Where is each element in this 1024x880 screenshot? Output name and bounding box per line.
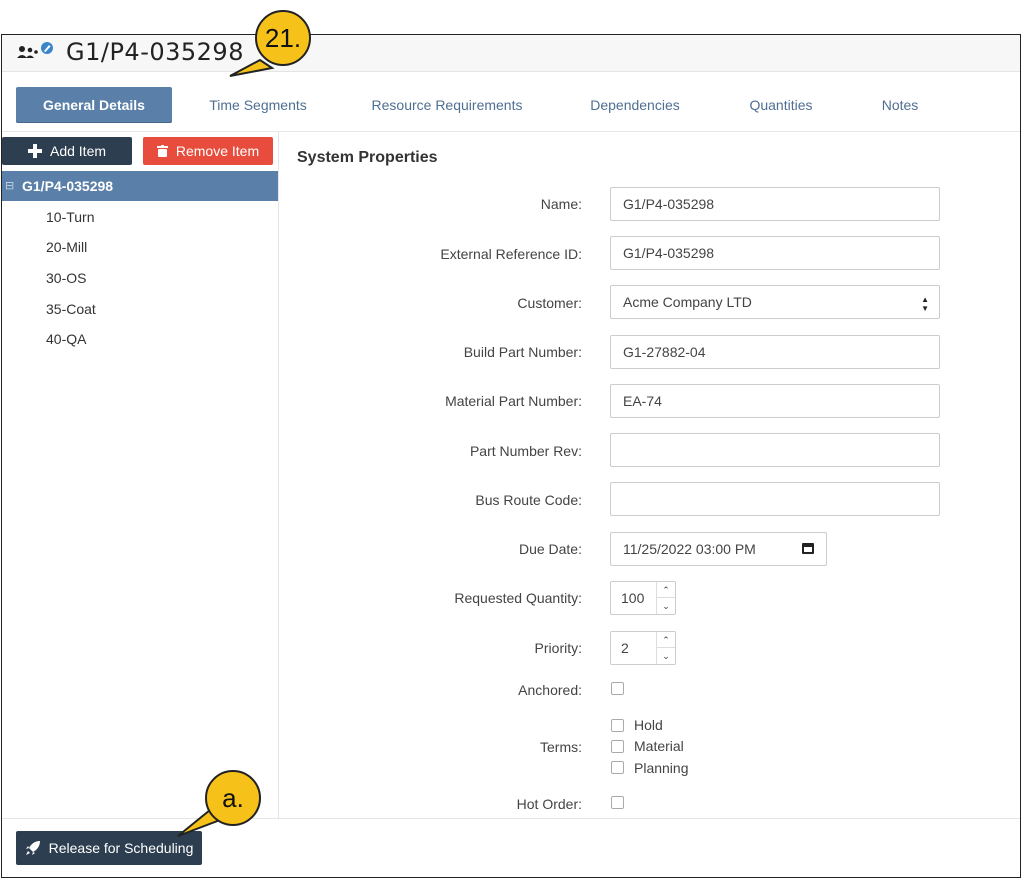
build-part-label: Build Part Number: — [463, 344, 582, 360]
bus-route-label: Bus Route Code: — [475, 492, 582, 508]
tree-root-item[interactable]: ⊟ G1/P4-035298 — [2, 171, 278, 201]
priority-value: 2 — [621, 640, 629, 656]
name-field[interactable]: G1/P4-035298 — [610, 187, 940, 221]
hot-order-checkbox[interactable] — [611, 796, 624, 809]
priority-field[interactable]: 2 ⌃ ⌄ — [610, 631, 676, 665]
terms-planning-label: Planning — [634, 760, 689, 776]
terms-material-label: Material — [634, 738, 684, 754]
decrement-icon[interactable]: ⌄ — [657, 648, 675, 664]
callout-step-21: 21. — [255, 10, 311, 66]
material-part-field[interactable]: EA-74 — [610, 384, 940, 418]
tree-item-20-mill[interactable]: 20-Mill — [46, 239, 87, 259]
tree-item-35-coat[interactable]: 35-Coat — [46, 301, 96, 321]
requested-quantity-field[interactable]: 100 ⌃ ⌄ — [610, 581, 676, 615]
bus-route-field[interactable] — [610, 482, 940, 516]
remove-item-button[interactable]: Remove Item — [143, 137, 273, 165]
tab-general-details[interactable]: General Details — [16, 87, 172, 123]
build-part-field[interactable]: G1-27882-04 — [610, 335, 940, 369]
customer-select[interactable]: Acme Company LTD ▲ ▼ — [610, 285, 940, 319]
tab-resource-requirements[interactable]: Resource Requirements — [362, 87, 532, 123]
production-order-icon — [17, 42, 53, 58]
terms-hold-label: Hold — [634, 717, 663, 733]
terms-planning-checkbox[interactable] — [611, 761, 624, 774]
dialog-window: G1/P4-035298 General Details Time Segmen… — [1, 34, 1021, 878]
window-title: G1/P4-035298 — [66, 38, 244, 66]
anchored-checkbox[interactable] — [611, 682, 624, 695]
terms-material-checkbox[interactable] — [611, 740, 624, 753]
item-tree-pane: Add Item Remove Item ⊟ G1/P4-035298 10-T… — [2, 131, 279, 877]
tab-notes[interactable]: Notes — [868, 87, 932, 123]
section-title: System Properties — [297, 149, 438, 166]
title-bar: G1/P4-035298 — [2, 35, 1020, 72]
increment-icon[interactable]: ⌃ — [657, 582, 675, 598]
footer-bar: Release for Scheduling — [2, 818, 1020, 877]
material-part-label: Material Part Number: — [445, 393, 582, 409]
requested-quantity-label: Requested Quantity: — [454, 590, 582, 606]
due-date-label: Due Date: — [518, 541, 582, 557]
calendar-icon[interactable] — [802, 543, 814, 554]
terms-label: Terms: — [540, 739, 582, 755]
tab-time-segments[interactable]: Time Segments — [198, 87, 318, 123]
customer-label: Customer: — [517, 295, 582, 311]
select-arrows-icon: ▲ ▼ — [921, 295, 929, 313]
tree-item-10-turn[interactable]: 10-Turn — [46, 209, 95, 229]
terms-hold-checkbox[interactable] — [611, 719, 624, 732]
external-ref-label: External Reference ID: — [440, 246, 582, 262]
customer-value: Acme Company LTD — [623, 294, 752, 310]
anchored-label: Anchored: — [518, 682, 582, 698]
trash-icon — [156, 145, 168, 157]
part-rev-field[interactable] — [610, 433, 940, 467]
plus-icon — [27, 144, 42, 158]
part-rev-label: Part Number Rev: — [469, 443, 582, 459]
hot-order-label: Hot Order: — [516, 796, 582, 812]
due-date-field[interactable]: 11/25/2022 03:00 PM — [610, 532, 827, 566]
add-item-label: Add Item — [49, 143, 107, 159]
tree-item-30-os[interactable]: 30-OS — [46, 270, 86, 290]
add-item-button[interactable]: Add Item — [2, 137, 132, 165]
increment-icon[interactable]: ⌃ — [657, 632, 675, 648]
priority-label: Priority: — [534, 640, 582, 656]
tab-dependencies[interactable]: Dependencies — [580, 87, 690, 123]
tree-item-40-qa[interactable]: 40-QA — [46, 331, 86, 351]
tab-quantities[interactable]: Quantities — [736, 87, 826, 123]
collapse-icon[interactable]: ⊟ — [5, 171, 14, 201]
external-ref-field[interactable]: G1/P4-035298 — [610, 236, 940, 270]
quantity-stepper[interactable]: ⌃ ⌄ — [656, 582, 675, 614]
tree-root-label: G1/P4-035298 — [22, 178, 114, 194]
remove-item-label: Remove Item — [175, 143, 260, 159]
tab-bar: General Details Time Segments Resource R… — [2, 71, 1020, 132]
priority-stepper[interactable]: ⌃ ⌄ — [656, 632, 675, 664]
name-label: Name: — [540, 196, 582, 212]
callout-sub-a: a. — [205, 770, 261, 826]
requested-quantity-value: 100 — [621, 590, 645, 606]
due-date-value: 11/25/2022 03:00 PM — [623, 541, 756, 557]
rocket-icon — [25, 841, 40, 855]
decrement-icon[interactable]: ⌄ — [657, 598, 675, 614]
